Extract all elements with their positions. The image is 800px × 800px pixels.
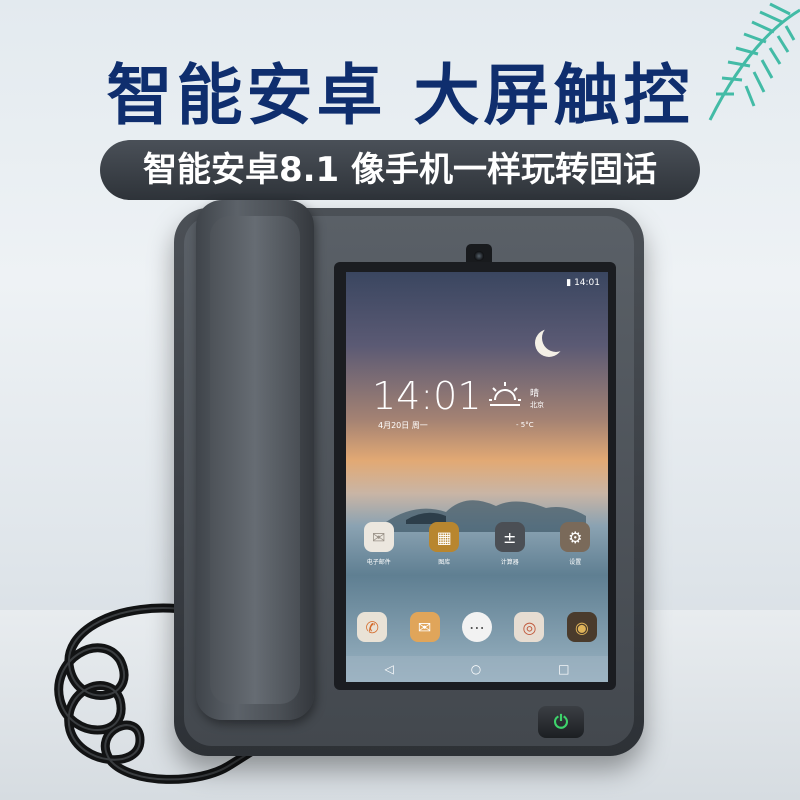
- status-time: 14:01: [574, 278, 600, 288]
- headline: 智能安卓 大屏触控: [106, 57, 694, 134]
- power-button[interactable]: ⏻: [538, 706, 584, 738]
- app-gallery[interactable]: ▦ 图库: [417, 522, 471, 566]
- gallery-icon: ▦: [429, 522, 460, 552]
- recent-apps-icon[interactable]: □: [558, 662, 569, 676]
- status-bar: ▮ 14:01: [566, 278, 600, 288]
- clock-widget[interactable]: 14:01: [372, 374, 482, 418]
- handset[interactable]: [196, 200, 314, 720]
- weather-condition: 晴: [530, 389, 540, 399]
- settings-icon: ⚙: [560, 522, 591, 552]
- app-label: 设置: [569, 559, 582, 566]
- camera-lens-icon: [474, 251, 484, 261]
- app-browser[interactable]: ◎: [503, 612, 555, 642]
- home-icon[interactable]: ○: [471, 662, 481, 676]
- camera-icon: ◉: [566, 612, 597, 642]
- app-email[interactable]: ✉ 电子邮件: [352, 522, 406, 566]
- weather-city: 北京: [530, 401, 544, 409]
- app-calculator[interactable]: ± 计算器: [483, 522, 537, 566]
- app-label: 图库: [438, 559, 451, 566]
- mail-icon: ✉: [363, 522, 394, 552]
- navigation-bar: ◁ ○ □: [346, 656, 608, 682]
- app-drawer[interactable]: ⋯: [451, 612, 503, 642]
- messages-icon: ✉: [409, 612, 440, 642]
- date-label: 4月20日 周一: [378, 421, 428, 430]
- app-drawer-icon: ⋯: [462, 612, 493, 642]
- phone-icon: ✆: [357, 612, 388, 642]
- battery-icon: ▮: [566, 278, 572, 288]
- app-phone[interactable]: ✆: [346, 612, 398, 642]
- calculator-icon: ±: [494, 522, 525, 552]
- weather-temperature: - 5°C: [516, 421, 534, 429]
- browser-icon: ◎: [514, 612, 545, 642]
- sun-icon: [489, 382, 521, 406]
- app-camera[interactable]: ◉: [556, 612, 608, 642]
- app-row-1: ✉ 电子邮件 ▦ 图库 ± 计算器 ⚙ 设置: [346, 522, 608, 566]
- app-label: 电子邮件: [366, 559, 391, 566]
- moon-icon: [542, 324, 570, 352]
- handset-ridge: [210, 216, 300, 704]
- back-icon[interactable]: ◁: [384, 662, 393, 676]
- app-label: 计算器: [500, 559, 519, 566]
- subtitle-banner: 智能安卓8.1 像手机一样玩转固话: [100, 140, 700, 200]
- power-icon: ⏻: [553, 711, 569, 733]
- app-dock: ✆ ✉ ⋯ ◎ ◉: [346, 612, 608, 642]
- app-settings[interactable]: ⚙ 设置: [548, 522, 602, 566]
- app-messages[interactable]: ✉: [398, 612, 450, 642]
- touch-screen[interactable]: ▮ 14:01 14:01 4月20日 周一 晴 北京 - 5°C ✉ 电子邮件…: [346, 272, 608, 682]
